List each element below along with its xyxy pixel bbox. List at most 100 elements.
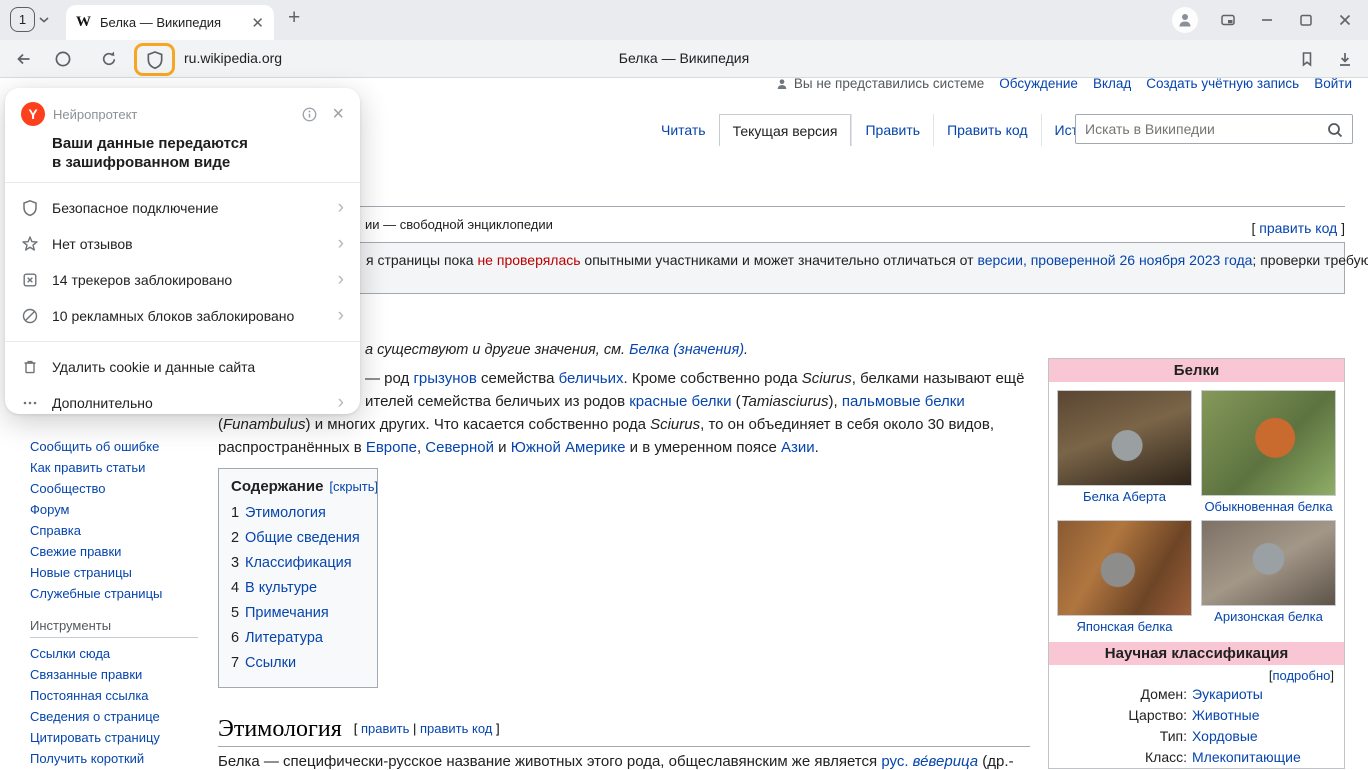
text-segment: . (815, 439, 819, 456)
toc-hide-toggle[interactable]: [скрыть] (329, 479, 378, 494)
image-caption-link[interactable]: Обыкновенная белка (1201, 499, 1336, 514)
toc-link[interactable]: Литература (245, 630, 323, 646)
sidebar-link-community[interactable]: Сообщество (30, 478, 215, 499)
avatar[interactable] (1172, 7, 1198, 33)
browser-tab[interactable]: W Белка — Википедия ✕ (66, 5, 274, 40)
site-subtitle: ии — свободной энциклопедии (365, 217, 553, 232)
sidebar-link-permanent-link[interactable]: Постоянная ссылка (30, 685, 215, 706)
inline-link[interactable]: Европе (366, 439, 417, 456)
text-segment: ), (829, 393, 842, 410)
image-caption-link[interactable]: Аризонская белка (1201, 609, 1336, 624)
search-icon[interactable] (1326, 121, 1344, 139)
inline-link[interactable]: красные белки (629, 393, 731, 410)
toc-link[interactable]: Классификация (245, 555, 352, 571)
anon-user-text: Вы не представились системе (794, 78, 984, 91)
minimize-icon[interactable] (1258, 11, 1276, 29)
tab-close-icon[interactable]: ✕ (251, 14, 264, 32)
delete-cookies-button[interactable]: Удалить cookie и данные сайта (5, 349, 360, 385)
sidebar-link-what-links-here[interactable]: Ссылки сюда (30, 643, 215, 664)
text-segment: Sciurus (802, 370, 852, 387)
more-options-button[interactable]: Дополнительно › (5, 385, 360, 421)
inline-link[interactable]: Южной Америке (511, 439, 626, 456)
tab-edit-source[interactable]: Править код (933, 114, 1040, 146)
close-icon[interactable] (1336, 11, 1354, 29)
squirrel-image-arizona[interactable] (1201, 520, 1336, 606)
search-input[interactable] (1076, 115, 1352, 143)
inline-link[interactable]: грызунов (413, 370, 476, 387)
taxonomy-value-link[interactable]: Хордовые (1192, 726, 1344, 747)
tab-edit[interactable]: Править (851, 114, 933, 146)
sidebar-link-cite-page[interactable]: Цитировать страницу (30, 727, 215, 748)
protect-item-secure-connection[interactable]: Безопасное подключение › (5, 190, 360, 226)
taxonomy-value-link[interactable]: Млекопитающие (1192, 747, 1344, 768)
protect-item-label: Нет отзывов (52, 236, 338, 252)
tab-read[interactable]: Читать (648, 114, 719, 146)
sidebar-link-recent-changes[interactable]: Свежие правки (30, 541, 215, 562)
toc-link[interactable]: Общие сведения (245, 530, 360, 546)
toc-link[interactable]: Примечания (245, 605, 329, 621)
sidebar-link-short-url[interactable]: Получить короткий (30, 748, 215, 769)
inline-link[interactable]: беличьих (559, 370, 624, 387)
action-label: Удалить cookie и данные сайта (52, 359, 344, 375)
bookmark-icon[interactable] (1298, 50, 1316, 68)
toc-link[interactable]: В культуре (245, 580, 317, 596)
toc-title: Содержание (231, 478, 323, 495)
info-icon[interactable] (301, 106, 318, 123)
sidebar-link-page-info[interactable]: Сведения о странице (30, 706, 215, 727)
taxonomy-label: Царство: (1049, 705, 1187, 726)
inline-link[interactable]: рус. (881, 753, 908, 770)
inline-link[interactable]: пальмовые белки (842, 393, 965, 410)
toc-link[interactable]: Ссылки (245, 655, 296, 671)
sidebar-link-report-error[interactable]: Сообщить об ошибке (30, 436, 215, 457)
sidebar-link-how-to-edit[interactable]: Как править статьи (30, 457, 215, 478)
inline-link[interactable]: Белка (значения) (629, 342, 744, 358)
yandex-icon[interactable] (54, 50, 72, 68)
protect-item-reviews[interactable]: Нет отзывов › (5, 226, 360, 262)
url-text[interactable]: ru.wikipedia.org (184, 40, 282, 77)
sidebar-link-help[interactable]: Справка (30, 520, 215, 541)
image-caption-link[interactable]: Белка Аберта (1057, 489, 1192, 504)
text-segment: , то он объединяет в себя около 30 видов… (700, 416, 994, 433)
taxonomy-label: Тип: (1049, 726, 1187, 747)
image-caption-link[interactable]: Японская белка (1057, 619, 1192, 634)
shield-icon[interactable] (145, 50, 165, 70)
protect-item-label: 14 трекеров заблокировано (52, 272, 338, 288)
inline-link[interactable]: править (361, 721, 409, 736)
panel-window-icon[interactable] (1219, 11, 1237, 29)
squirrel-image-japanese[interactable] (1057, 520, 1192, 616)
maximize-icon[interactable] (1297, 11, 1315, 29)
back-icon[interactable] (14, 50, 33, 68)
squirrel-image-abert[interactable] (1057, 390, 1192, 486)
taxonomy-value-link[interactable]: Эукариоты (1192, 684, 1344, 705)
squirrel-image-red[interactable] (1201, 390, 1336, 496)
inline-link[interactable]: Азии (781, 439, 815, 456)
inline-link[interactable]: версии, проверенной 26 ноября 2023 года (977, 252, 1252, 268)
reload-icon[interactable] (100, 50, 118, 68)
link-create-account[interactable]: Создать учётную запись (1146, 78, 1299, 91)
taxonomy-value-link[interactable]: Животные (1192, 705, 1344, 726)
inline-link[interactable]: править код (1259, 220, 1337, 236)
toc-item: 5Примечания (231, 605, 371, 621)
link-talk[interactable]: Обсуждение (999, 78, 1078, 91)
inline-link[interactable]: подробно (1272, 668, 1330, 683)
protect-item-trackers-blocked[interactable]: 14 трекеров заблокировано › (5, 262, 360, 298)
infobox-image-grid: Белка Аберта Обыкновенная белка Японская… (1049, 382, 1344, 642)
sidebar-link-new-pages[interactable]: Новые страницы (30, 562, 215, 583)
popup-close-icon[interactable]: × (332, 105, 344, 123)
address-bar[interactable]: ru.wikipedia.org Белка — Википедия (0, 40, 1368, 78)
new-tab-button[interactable]: + (288, 6, 300, 30)
sidebar-link-special-pages[interactable]: Служебные страницы (30, 583, 215, 604)
sidebar-link-related-changes[interactable]: Связанные правки (30, 664, 215, 685)
link-login[interactable]: Войти (1314, 78, 1352, 91)
tab-current-version[interactable]: Текущая версия (719, 114, 852, 146)
toc-link[interactable]: Этимология (245, 505, 326, 521)
download-icon[interactable] (1336, 50, 1354, 68)
inline-link[interactable]: править код (420, 721, 492, 736)
shield-icon (21, 199, 39, 217)
inline-link[interactable]: Северной (425, 439, 494, 456)
inline-link[interactable]: ве́верица (913, 753, 978, 770)
sidebar-link-forum[interactable]: Форум (30, 499, 215, 520)
protect-item-ads-blocked[interactable]: 10 рекламных блоков заблокировано › (5, 298, 360, 334)
tab-counter-button[interactable]: 1 (10, 7, 49, 32)
link-contribs[interactable]: Вклад (1093, 78, 1131, 91)
